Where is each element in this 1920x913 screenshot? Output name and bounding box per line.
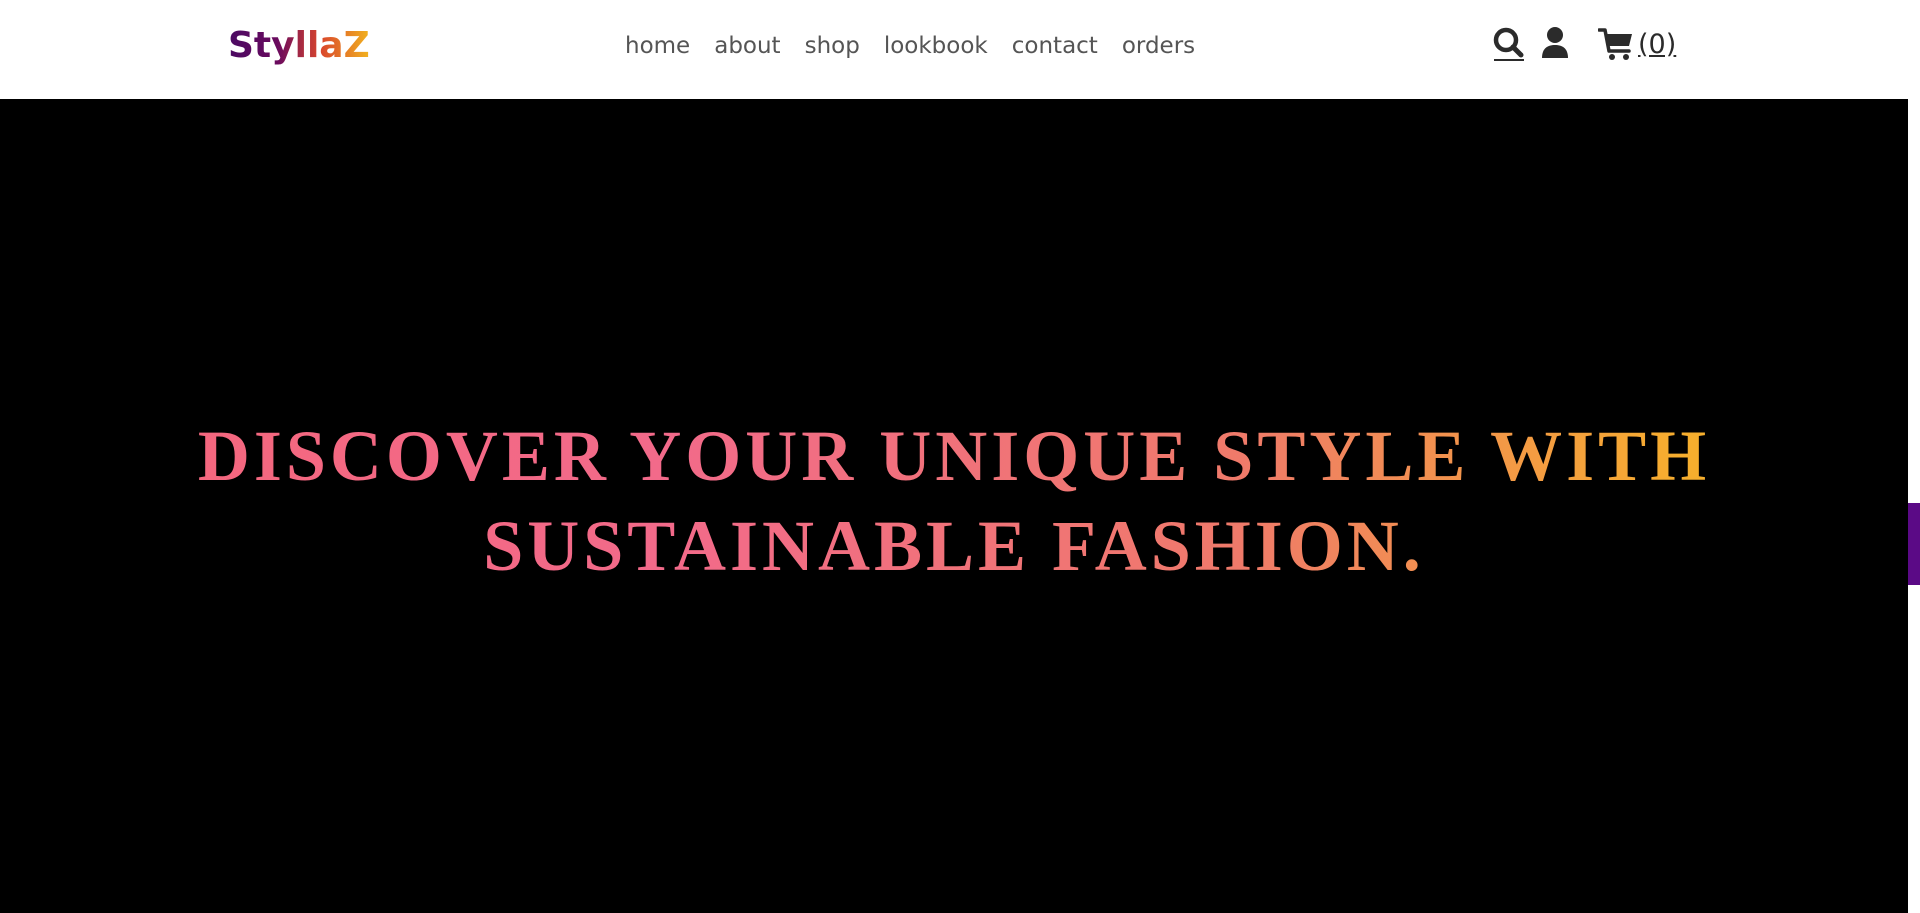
right-edge-strip xyxy=(1908,99,1920,503)
main-nav: home about shop lookbook contact orders xyxy=(625,28,1219,64)
nav-contact[interactable]: contact xyxy=(1012,28,1098,64)
header-icons: (0) xyxy=(1492,24,1676,64)
site-logo[interactable]: StyllaZ xyxy=(228,22,370,70)
user-icon[interactable] xyxy=(1540,24,1570,64)
right-edge-strip-bottom xyxy=(1908,585,1920,913)
hero-title-text: DISCOVER YOUR UNIQUE STYLE WITH SUSTAINA… xyxy=(0,411,1908,591)
cart-count: (0) xyxy=(1638,28,1677,60)
nav-shop[interactable]: shop xyxy=(805,28,860,64)
cart-link[interactable]: (0) xyxy=(1598,24,1676,64)
hero-banner: DISCOVER YOUR UNIQUE STYLE WITH SUSTAINA… xyxy=(0,99,1908,913)
side-tab[interactable] xyxy=(1908,503,1920,585)
nav-home[interactable]: home xyxy=(625,28,690,64)
search-icon[interactable] xyxy=(1492,24,1526,64)
page: StyllaZ home about shop lookbook contact… xyxy=(0,0,1920,913)
nav-lookbook[interactable]: lookbook xyxy=(884,28,988,64)
nav-about[interactable]: about xyxy=(714,28,780,64)
cart-icon xyxy=(1598,24,1634,64)
site-header: StyllaZ home about shop lookbook contact… xyxy=(0,0,1920,99)
hero-title: DISCOVER YOUR UNIQUE STYLE WITH SUSTAINA… xyxy=(0,411,1908,591)
nav-orders[interactable]: orders xyxy=(1122,28,1195,64)
